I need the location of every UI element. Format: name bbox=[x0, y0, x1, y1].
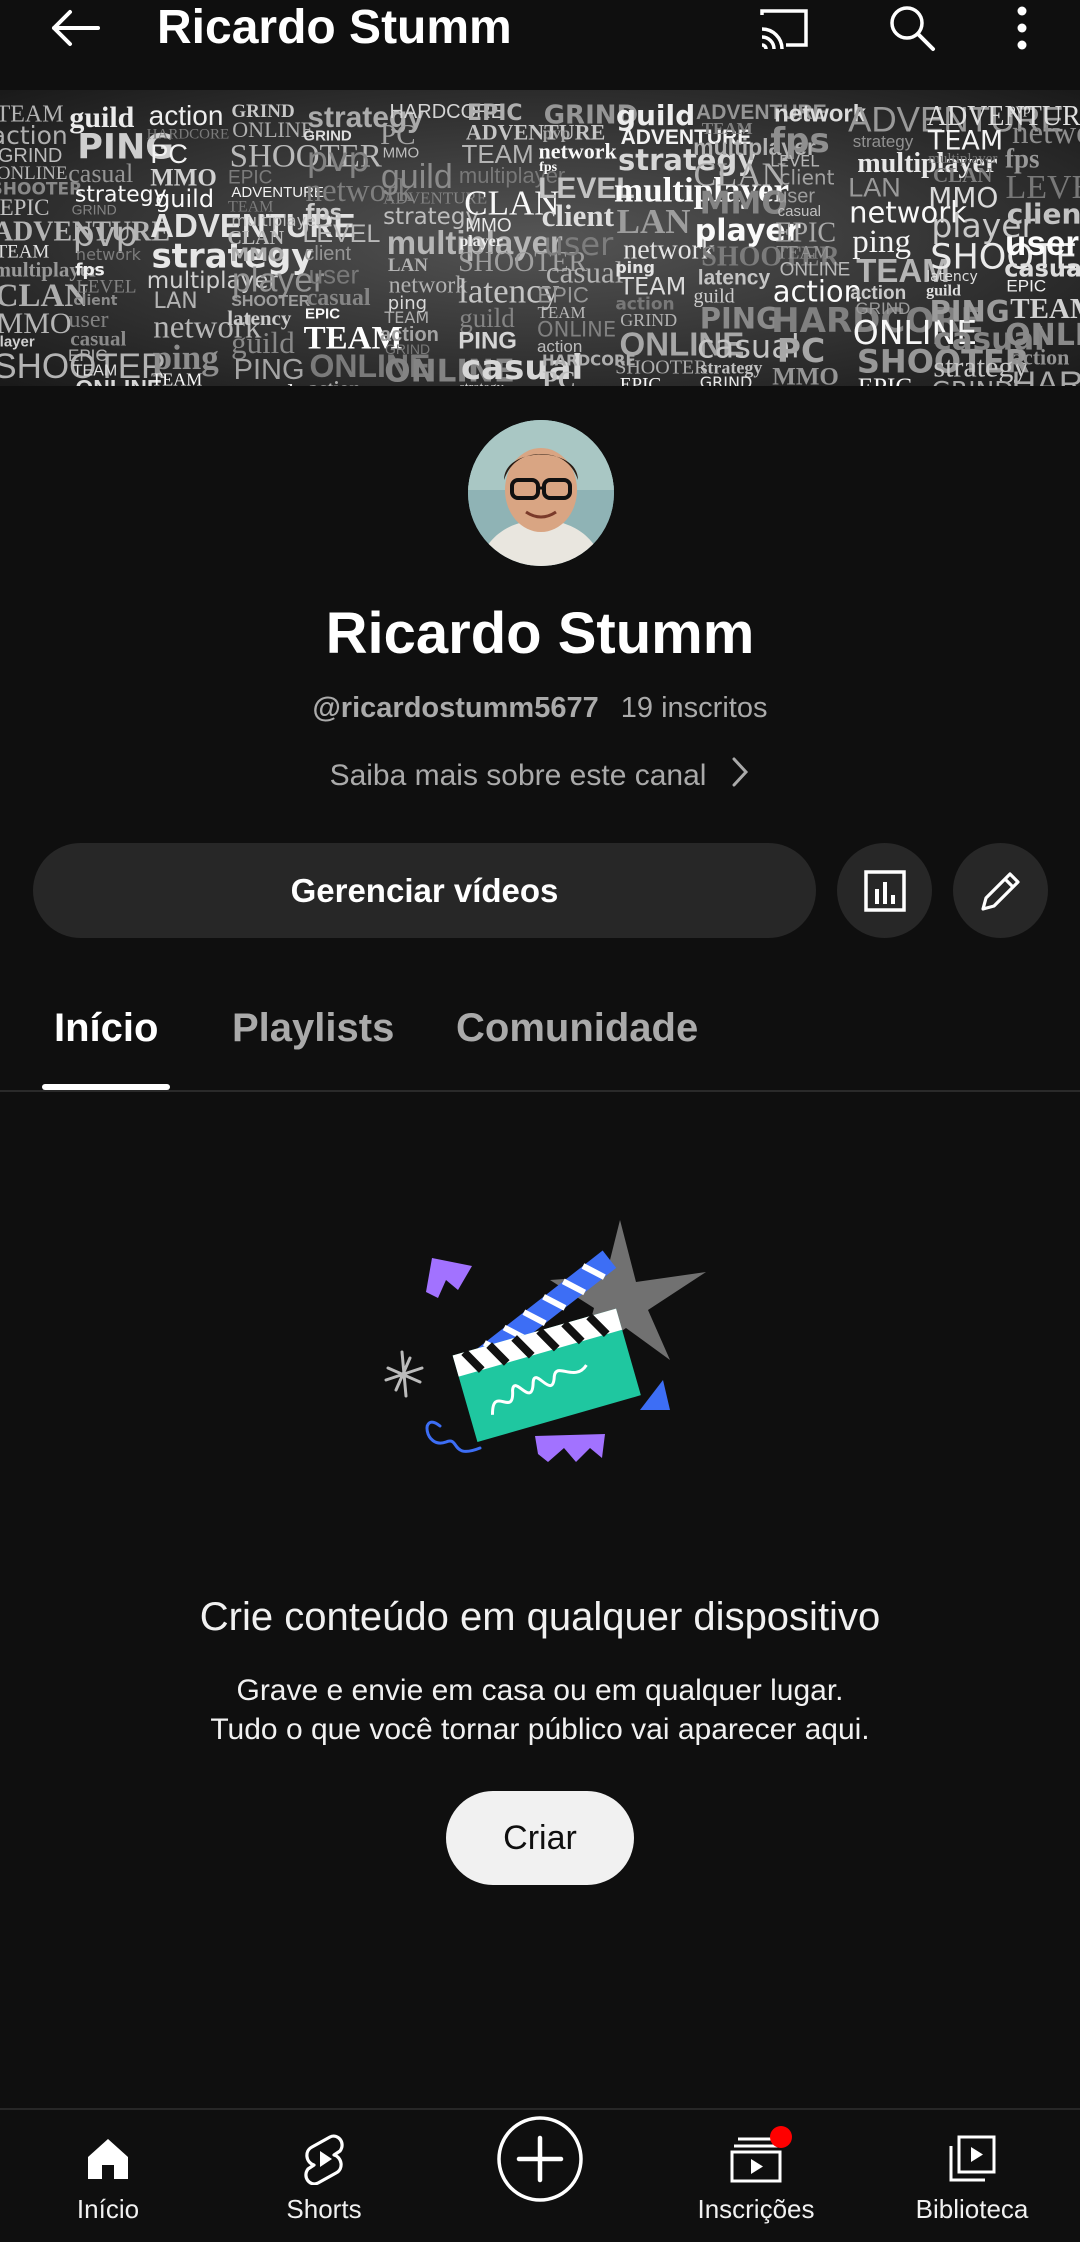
search-icon[interactable] bbox=[880, 0, 944, 56]
nav-home[interactable]: Início bbox=[8, 2110, 208, 2242]
channel-name: Ricardo Stumm bbox=[325, 601, 755, 666]
pencil-icon bbox=[980, 871, 1020, 911]
banner-word: HARDCORE bbox=[1012, 365, 1080, 386]
banner-word: MMO bbox=[772, 363, 839, 386]
banner-word: guild bbox=[772, 384, 816, 386]
banner-word: action bbox=[308, 378, 360, 386]
banner-word: casual bbox=[230, 379, 295, 386]
more-vert-icon[interactable] bbox=[990, 0, 1054, 56]
banner-word: ONLINE bbox=[75, 375, 162, 386]
empty-state-title: Crie conteúdo em qualquer dispositivo bbox=[199, 1595, 881, 1639]
notification-badge bbox=[770, 2126, 792, 2148]
channel-title: Ricardo Stumm bbox=[157, 1, 512, 54]
top-app-bar: Ricardo Stumm bbox=[0, 0, 1080, 90]
banner-word: GRIND bbox=[931, 376, 1013, 386]
tab-comunidade[interactable]: Comunidade bbox=[456, 978, 698, 1090]
channel-handle: @ricardostumm5677 bbox=[312, 692, 599, 724]
analytics-icon bbox=[863, 869, 906, 912]
tab-label: Início bbox=[54, 1006, 159, 1050]
channel-banner: TEAMactionGRINDONLINESHOOTEREPICADVENTUR… bbox=[0, 90, 1080, 386]
create-plus-icon bbox=[495, 2116, 585, 2202]
banner-word: TEAM bbox=[151, 369, 202, 386]
tab-label: Playlists bbox=[232, 1006, 395, 1050]
home-icon bbox=[84, 2130, 132, 2188]
nav-create[interactable] bbox=[440, 2110, 640, 2242]
channel-meta: @ricardostumm5677 19 inscritos bbox=[0, 692, 1080, 725]
nav-subscriptions[interactable]: Inscrições bbox=[656, 2110, 856, 2242]
nav-label: Shorts bbox=[286, 2194, 362, 2224]
about-channel-link[interactable]: Saiba mais sobre este canal bbox=[0, 756, 1080, 796]
manage-videos-button[interactable]: Gerenciar vídeos bbox=[33, 843, 816, 938]
active-tab-indicator bbox=[42, 1084, 171, 1090]
tab-label: Comunidade bbox=[456, 1006, 699, 1050]
tab-inicio[interactable]: Início bbox=[42, 978, 171, 1090]
chevron-right-icon bbox=[730, 756, 750, 796]
subscriber-count: 19 inscritos bbox=[620, 692, 768, 724]
avatar[interactable] bbox=[468, 420, 614, 566]
nav-label: Inscrições bbox=[697, 2194, 815, 2224]
library-icon bbox=[947, 2130, 997, 2188]
banner-word: EPIC bbox=[620, 375, 661, 386]
banner-word: GRIND bbox=[700, 373, 753, 386]
empty-state-text-line-2: Tudo o que você tornar público vai apare… bbox=[210, 1713, 870, 1746]
banner-word: strategy bbox=[459, 381, 503, 386]
nav-label: Biblioteca bbox=[915, 2194, 1029, 2224]
back-arrow-icon[interactable] bbox=[44, 0, 104, 56]
bottom-navigation: Início Shorts Inscrições Biblioteca bbox=[0, 2108, 1080, 2242]
banner-word: PC bbox=[542, 367, 575, 386]
clapperboard-illustration bbox=[380, 1210, 710, 1480]
nav-shorts[interactable]: Shorts bbox=[224, 2110, 424, 2242]
nav-library[interactable]: Biblioteca bbox=[872, 2110, 1072, 2242]
empty-state-text-line-1: Grave e envie em casa ou em qualquer lug… bbox=[236, 1674, 844, 1707]
shorts-icon bbox=[300, 2130, 348, 2188]
about-channel-label: Saiba mais sobre este canal bbox=[329, 759, 707, 792]
banner-word-cloud: TEAMactionGRINDONLINESHOOTEREPICADVENTUR… bbox=[0, 90, 1080, 386]
edit-channel-button[interactable] bbox=[953, 843, 1048, 938]
subscriptions-icon bbox=[730, 2126, 792, 2188]
tab-playlists[interactable]: Playlists bbox=[232, 978, 394, 1090]
banner-word: EPIC bbox=[858, 374, 912, 386]
analytics-button[interactable] bbox=[837, 843, 932, 938]
cast-icon[interactable] bbox=[752, 0, 816, 56]
create-button[interactable]: Criar bbox=[446, 1791, 634, 1885]
channel-tabs: Início Playlists Comunidade bbox=[0, 978, 1080, 1092]
nav-label: Início bbox=[76, 2194, 140, 2224]
